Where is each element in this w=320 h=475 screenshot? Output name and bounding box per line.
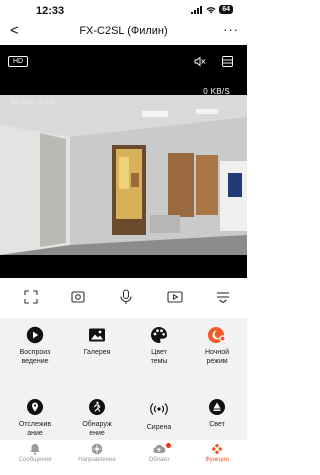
status-time: 12:33 <box>36 5 65 17</box>
playback-icon <box>26 326 44 344</box>
light-button[interactable]: Свет <box>186 398 248 429</box>
status-bar: 12:33 64 <box>0 0 247 22</box>
more-menu-button[interactable] <box>212 286 234 308</box>
page-title: FX-C2SL (Филин) <box>79 25 168 37</box>
siren-icon <box>150 403 168 415</box>
fullscreen-icon <box>24 290 38 304</box>
tab-messages-label: Сообщения <box>18 457 52 463</box>
video-toolbar <box>0 286 247 310</box>
playback-label: Воспроиз ведение <box>19 349 51 365</box>
light-label: Свет <box>209 421 225 428</box>
messages-icon <box>30 444 40 455</box>
video-timestamp: 2023-10-03 12:33:07 <box>10 100 56 105</box>
tab-bar: Сообщения Направление Облако Функции <box>0 440 247 475</box>
playback-button[interactable]: Воспроиз ведение <box>4 326 66 366</box>
wifi-icon <box>206 6 216 13</box>
tracking-label: Отслежив ание <box>18 421 52 437</box>
tab-functions[interactable]: Функции <box>186 443 248 463</box>
detection-icon <box>89 399 105 415</box>
tab-cloud-label: Облако <box>148 457 170 463</box>
snapshot-icon <box>71 291 85 303</box>
cloud-badge <box>166 443 171 448</box>
siren-button[interactable]: Сирена <box>128 402 190 432</box>
detection-label: Обнаруж ение <box>82 421 112 437</box>
tracking-button[interactable]: Отслежив ание <box>4 398 66 438</box>
record-button[interactable] <box>164 286 186 308</box>
tab-messages[interactable]: Сообщения <box>4 443 66 463</box>
battery-indicator: 64 <box>219 5 233 14</box>
functions-icon <box>211 443 223 455</box>
snapshot-button[interactable] <box>67 286 89 308</box>
tracking-icon <box>27 399 43 415</box>
fullscreen-button[interactable] <box>20 286 42 308</box>
night-mode-button[interactable]: Ночной режим <box>186 326 248 366</box>
gallery-button[interactable]: Галерея <box>66 326 128 357</box>
theme-color-button[interactable]: Цвет темы <box>128 326 190 366</box>
night-mode-label: Ночной режим <box>204 349 230 365</box>
live-video[interactable]: HD 0 KB/S 2023-10-03 12:33:07 <box>0 45 247 278</box>
gallery-icon <box>89 328 105 342</box>
night-mode-icon <box>208 327 226 343</box>
theme-color-label: Цвет темы <box>150 349 168 365</box>
detection-button[interactable]: Обнаруж ение <box>66 398 128 438</box>
mute-icon[interactable] <box>194 56 206 67</box>
quality-toggle[interactable]: HD <box>8 56 29 67</box>
layout-icon[interactable] <box>222 56 233 67</box>
functions-panel: Воспроиз ведение Галерея Цвет темы Ночно… <box>0 318 247 452</box>
more-button[interactable]: ··· <box>223 22 239 37</box>
tab-direction-label: Направление <box>78 457 116 463</box>
record-icon <box>167 291 183 303</box>
light-icon <box>209 399 225 415</box>
tab-functions-label: Функции <box>205 457 229 463</box>
status-icons: 64 <box>191 5 233 14</box>
siren-label: Сирена <box>146 424 172 431</box>
tab-direction[interactable]: Направление <box>66 443 128 463</box>
palette-icon <box>151 327 168 343</box>
gallery-label: Галерея <box>83 349 111 356</box>
direction-icon <box>91 443 103 455</box>
microphone-icon <box>120 289 132 304</box>
signal-icon <box>191 5 203 14</box>
more-menu-icon <box>217 292 229 303</box>
camera-scene <box>0 95 247 255</box>
tab-cloud[interactable]: Облако <box>128 443 190 463</box>
cloud-icon <box>153 444 166 453</box>
microphone-button[interactable] <box>115 286 137 308</box>
nav-bar: < FX-C2SL (Филин) ··· <box>0 22 247 42</box>
